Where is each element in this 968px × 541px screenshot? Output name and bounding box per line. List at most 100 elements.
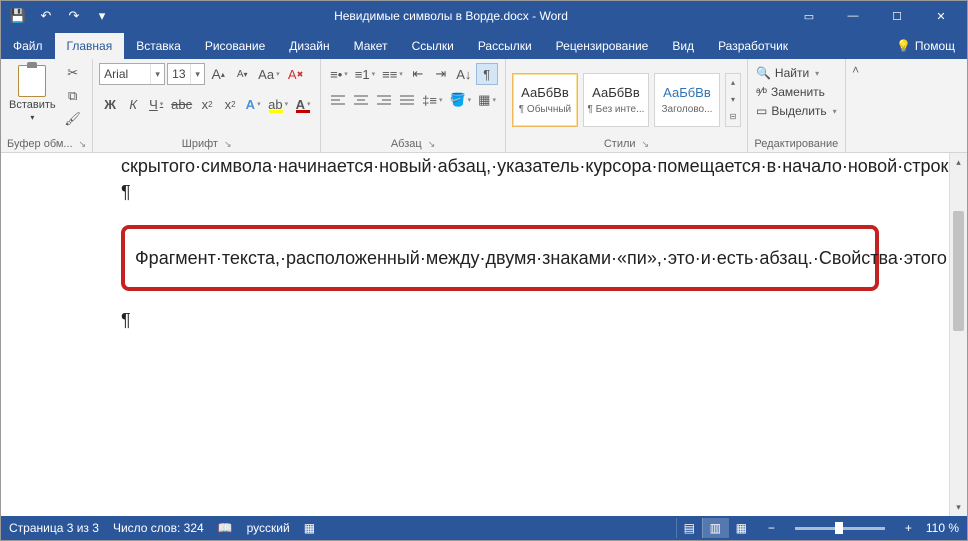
tab-file[interactable]: Файл: [1, 33, 55, 59]
increase-indent-button[interactable]: ⇥: [430, 63, 452, 85]
ribbon-options-button[interactable]: ▭: [787, 1, 831, 31]
scroll-track[interactable]: [950, 171, 967, 498]
bold-button[interactable]: Ж: [99, 93, 121, 115]
tab-view[interactable]: Вид: [660, 33, 706, 59]
highlight-button[interactable]: ab▾: [265, 93, 291, 115]
dialog-launcher-icon[interactable]: ↘: [428, 139, 436, 150]
justify-button[interactable]: [396, 89, 418, 111]
tab-draw[interactable]: Рисование: [193, 33, 277, 59]
style-name: ¶ Обычный: [519, 104, 571, 115]
format-painter-button[interactable]: 🖌: [62, 109, 84, 129]
styles-gallery-more[interactable]: ▴ ▾ ⊟: [725, 73, 741, 127]
change-case-button[interactable]: Aa▾: [255, 63, 282, 85]
macro-icon[interactable]: ▦: [304, 521, 315, 535]
shrink-font-button[interactable]: A▾: [231, 63, 253, 85]
tab-developer[interactable]: Разработчик: [706, 33, 800, 59]
scroll-thumb[interactable]: [953, 211, 964, 331]
qat-more-icon[interactable]: ▾: [89, 3, 115, 29]
cut-button[interactable]: ✂: [62, 63, 84, 83]
decrease-indent-button[interactable]: ⇤: [407, 63, 429, 85]
font-label: Шрифт: [182, 138, 218, 150]
chevron-down-icon[interactable]: ▾: [190, 64, 204, 84]
undo-icon[interactable]: ↶: [33, 3, 59, 29]
paragraph-label: Абзац: [391, 138, 422, 150]
redo-icon[interactable]: ↷: [61, 3, 87, 29]
chevron-down-icon[interactable]: ▾: [726, 91, 740, 108]
align-left-button[interactable]: [327, 89, 349, 111]
paragraph-text[interactable]: скрытого·символа·начинается·новый·абзац,…: [121, 153, 879, 179]
tab-references[interactable]: Ссылки: [400, 33, 466, 59]
print-layout-button[interactable]: ▥: [702, 518, 728, 538]
grow-font-button[interactable]: A▴: [207, 63, 229, 85]
collapse-ribbon-button[interactable]: ˄: [846, 59, 866, 152]
sort-button[interactable]: A↓: [453, 63, 475, 85]
maximize-button[interactable]: ☐: [875, 1, 919, 31]
subscript-button[interactable]: x2: [196, 93, 218, 115]
zoom-slider[interactable]: [795, 527, 885, 530]
multilevel-list-button[interactable]: ≡≡▾: [379, 63, 406, 85]
scroll-up-icon[interactable]: ▴: [950, 153, 967, 171]
find-button[interactable]: 🔍Найти▾: [754, 65, 839, 81]
font-color-button[interactable]: A▾: [292, 93, 314, 115]
replace-button[interactable]: ᵃ⁄ᵇЗаменить: [754, 84, 839, 100]
zoom-level[interactable]: 110 %: [926, 521, 959, 535]
font-name-combo[interactable]: Arial▾: [99, 63, 165, 85]
dialog-launcher-icon[interactable]: ↘: [224, 139, 232, 150]
copy-button[interactable]: ⧉: [62, 86, 84, 106]
save-icon[interactable]: 💾: [5, 3, 31, 29]
strikethrough-button[interactable]: abc: [168, 93, 195, 115]
word-count[interactable]: Число слов: 324: [113, 521, 204, 535]
editing-label: Редактирование: [754, 138, 838, 150]
tab-design[interactable]: Дизайн: [277, 33, 341, 59]
tab-mailings[interactable]: Рассылки: [466, 33, 544, 59]
zoom-knob[interactable]: [835, 522, 843, 534]
style-normal[interactable]: АаБбВв ¶ Обычный: [512, 73, 578, 127]
empty-paragraph[interactable]: ¶: [121, 179, 879, 205]
tell-me[interactable]: 💡 Помощ: [884, 33, 967, 59]
language-indicator[interactable]: русский: [247, 521, 290, 535]
bullets-button[interactable]: ≡•▾: [327, 63, 351, 85]
read-mode-button[interactable]: ▤: [676, 518, 702, 538]
spellcheck-icon[interactable]: 📖: [218, 521, 233, 535]
paste-button[interactable]: Вставить ▾: [7, 63, 58, 124]
quick-access-toolbar: 💾 ↶ ↷ ▾: [5, 3, 115, 29]
empty-paragraph[interactable]: ¶: [121, 307, 879, 333]
font-size-combo[interactable]: 13▾: [167, 63, 205, 85]
style-heading1[interactable]: АаБбВв Заголово...: [654, 73, 720, 127]
numbering-button[interactable]: ≡1▾: [352, 63, 378, 85]
highlighted-paragraph[interactable]: Фрагмент·текста,·расположенный·между·дву…: [121, 225, 879, 291]
text-effects-button[interactable]: A▾: [242, 93, 264, 115]
clear-formatting-button[interactable]: A✖: [285, 63, 307, 85]
style-no-spacing[interactable]: АаБбВв ¶ Без инте...: [583, 73, 649, 127]
align-right-button[interactable]: [373, 89, 395, 111]
underline-button[interactable]: Ч▾: [145, 93, 167, 115]
tab-layout[interactable]: Макет: [342, 33, 400, 59]
chevron-down-icon[interactable]: ▾: [150, 64, 164, 84]
chevron-up-icon[interactable]: ▴: [726, 74, 740, 91]
close-button[interactable]: ✕: [919, 1, 963, 31]
align-center-button[interactable]: [350, 89, 372, 111]
superscript-button[interactable]: x2: [219, 93, 241, 115]
select-button[interactable]: ▭Выделить▾: [754, 103, 839, 119]
line-spacing-button[interactable]: ‡≡▾: [419, 89, 445, 111]
vertical-scrollbar[interactable]: ▴ ▾: [949, 153, 967, 516]
tab-home[interactable]: Главная: [55, 33, 125, 59]
borders-button[interactable]: ▦▾: [475, 89, 499, 111]
document-page[interactable]: скрытого·символа·начинается·новый·абзац,…: [1, 153, 949, 516]
web-layout-button[interactable]: ▦: [728, 518, 754, 538]
expand-icon[interactable]: ⊟: [726, 108, 740, 125]
minimize-button[interactable]: —: [831, 1, 875, 31]
show-hide-button[interactable]: ¶: [476, 63, 498, 85]
tab-review[interactable]: Рецензирование: [544, 33, 661, 59]
zoom-in-button[interactable]: +: [905, 521, 912, 535]
page-indicator[interactable]: Страница 3 из 3: [9, 521, 99, 535]
dialog-launcher-icon[interactable]: ↘: [79, 139, 87, 150]
view-buttons: ▤ ▥ ▦: [676, 518, 754, 538]
group-clipboard: Вставить ▾ ✂ ⧉ 🖌 Буфер обм...↘: [1, 59, 93, 152]
shading-button[interactable]: 🪣▾: [446, 89, 474, 111]
zoom-out-button[interactable]: −: [768, 521, 775, 535]
italic-button[interactable]: К: [122, 93, 144, 115]
scroll-down-icon[interactable]: ▾: [950, 498, 967, 516]
dialog-launcher-icon[interactable]: ↘: [642, 139, 650, 150]
tab-insert[interactable]: Вставка: [124, 33, 193, 59]
